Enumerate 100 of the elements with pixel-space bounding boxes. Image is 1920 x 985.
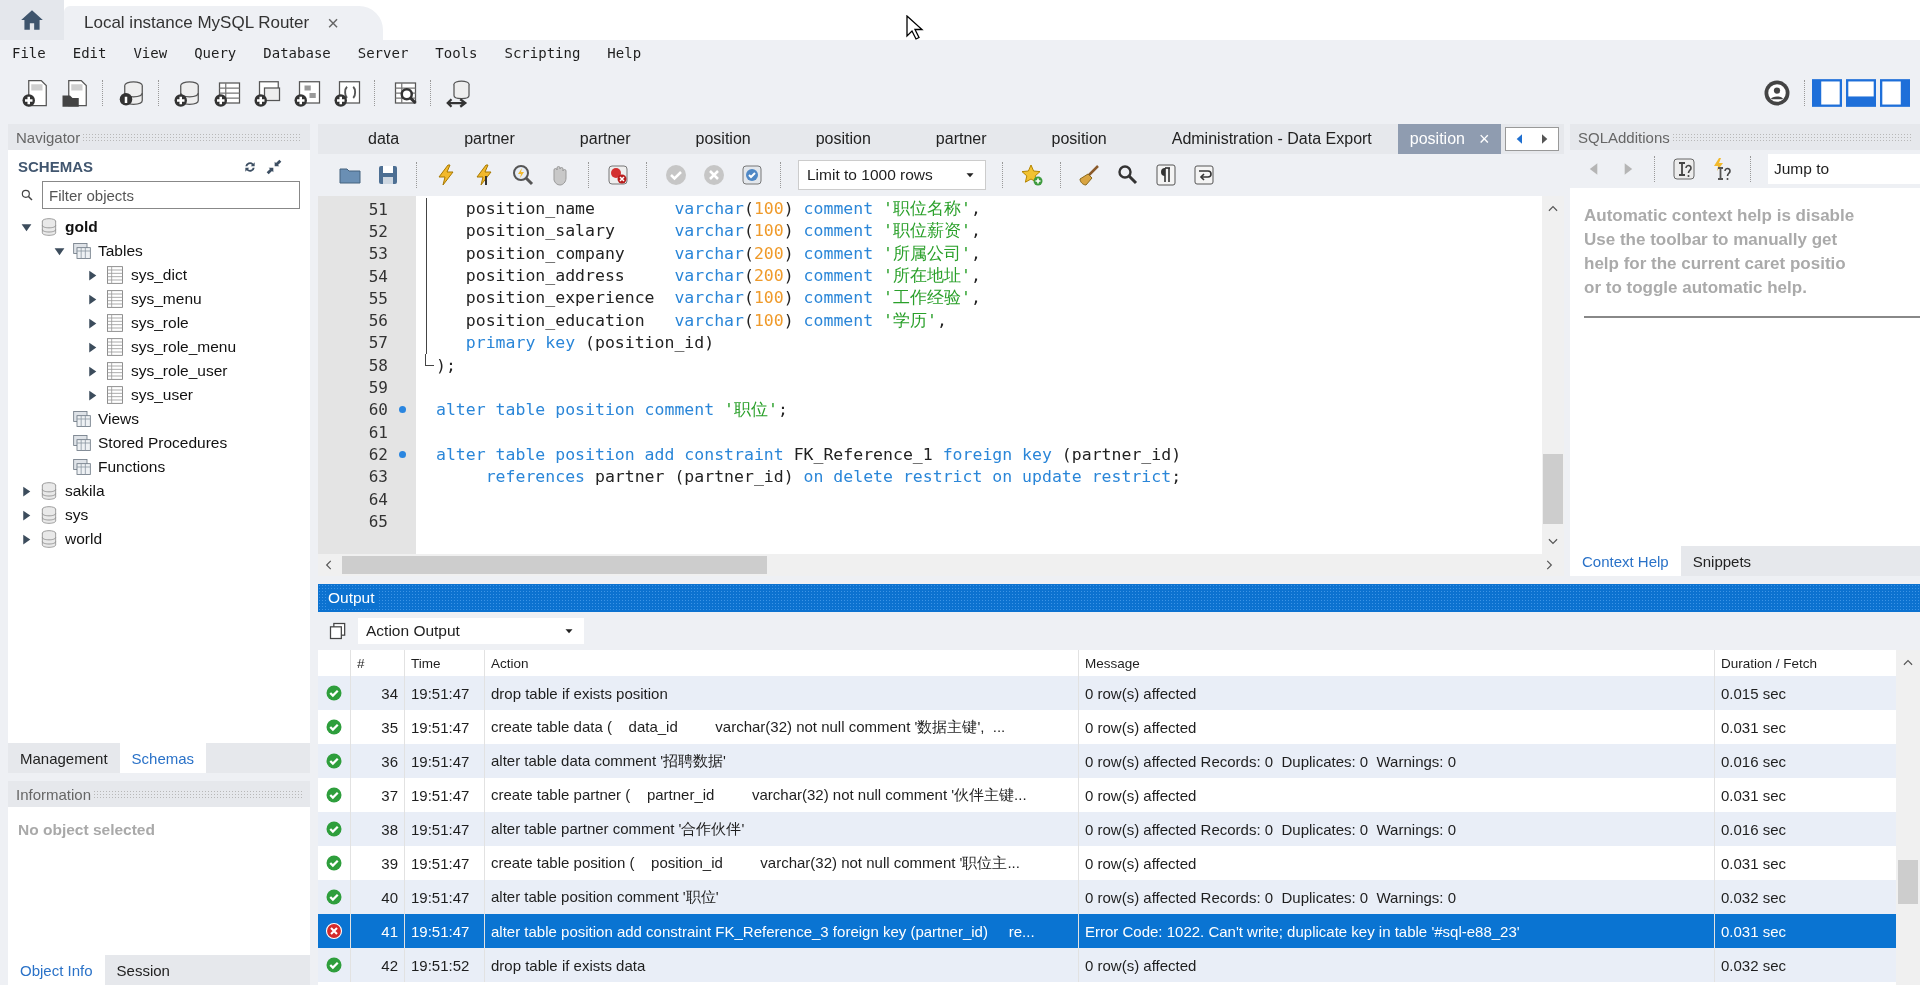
left-panel-toggle-icon[interactable] [1812,79,1842,107]
caret-right-icon[interactable] [20,484,33,498]
menu-item[interactable]: Server [357,45,409,61]
caret-right-icon[interactable] [86,292,99,306]
view-add-icon[interactable] [252,78,282,108]
vertical-scrollbar[interactable] [1542,196,1564,554]
output-row[interactable]: 41 19:51:47 alter table position add constraint FK_Reference_3 foreign key (partner_id) re... Error Code: 1022. Can't write; duplicate key in table '#sql-e88_23' 0.031 sec [318,914,1896,948]
editor-tab[interactable]: partner [896,124,1013,154]
line-number: 61 [367,422,388,442]
line-number: 51 [367,199,388,219]
menu-item[interactable]: Edit [72,45,107,61]
tree-item[interactable]: sys_menu [131,290,202,308]
line-number: 65 [367,511,388,531]
vertical-scrollbar[interactable] [1896,650,1920,985]
panel-tab[interactable]: Context Help [1570,546,1681,576]
tree-item[interactable]: Tables [98,242,143,260]
stop-on-error-icon[interactable] [606,163,630,187]
tree-item[interactable]: world [65,530,103,548]
copy-icon[interactable] [328,621,348,641]
editor-tab[interactable]: partner [425,124,541,154]
output-row[interactable]: 34 19:51:47 drop table if exists position 0 row(s) affected 0.015 sec [318,676,1896,710]
panel-tab[interactable]: Session [104,955,182,985]
panel-tab[interactable]: Schemas [119,743,207,773]
sql-file-open-icon[interactable] [60,78,90,108]
tree-item[interactable]: sakila [65,482,105,500]
tree-item[interactable]: Stored Procedures [98,434,228,452]
commit-check-icon[interactable] [664,163,688,187]
pilcrow-icon[interactable] [1154,163,1178,187]
caret-right-icon[interactable] [20,532,33,546]
horizontal-scrollbar[interactable] [318,554,1564,576]
tree-item[interactable]: Functions [98,458,166,476]
editor-tab[interactable]: position [656,124,777,154]
filter-field[interactable]: Filter objects [42,181,300,209]
panel-tab[interactable]: Snippets [1680,546,1764,576]
word-wrap-icon[interactable] [1192,163,1216,187]
editor-tab[interactable]: position [776,124,897,154]
home-button[interactable] [0,0,64,40]
tree-item[interactable]: sys_user [131,386,194,404]
tree-item[interactable]: sys_role_menu [131,338,237,356]
tree-item[interactable]: Views [98,410,140,428]
code-line: position_company varchar(200) comment '所属公司', [464,242,981,265]
collapse-icon[interactable] [266,158,282,175]
close-tab-button[interactable]: × [327,11,339,35]
caret-right-icon[interactable] [86,268,99,282]
menu-item[interactable]: View [133,45,168,61]
caret-right-icon[interactable] [86,316,99,330]
editor-tab[interactable]: partner [540,124,657,154]
output-row[interactable]: 42 19:51:52 drop table if exists data 0 row(s) affected 0.032 sec [318,948,1896,982]
table-icon [105,337,125,357]
settings-icon[interactable] [1762,78,1792,108]
menu-item[interactable]: Scripting [504,45,581,61]
caret-right-icon[interactable] [86,388,99,402]
broom-icon[interactable] [1078,163,1102,187]
editor-tab[interactable]: position [1012,124,1133,154]
function-add-icon[interactable] [332,78,362,108]
search-icon[interactable] [1116,163,1140,187]
output-row[interactable]: 36 19:51:47 alter table data comment '招聘数据' 0 row(s) affected Records: 0 Duplicates: 0 Warnings: 0 0.016 sec [318,744,1896,778]
caret-right-icon[interactable] [86,364,99,378]
editor-tab[interactable]: data [318,124,426,154]
caret-right-icon[interactable] [20,508,33,522]
caret-right-icon[interactable] [86,340,99,354]
limit-dropdown[interactable]: Limit to 1000 rows [798,160,986,190]
menu-item[interactable]: Help [607,45,642,61]
bottom-panel-toggle-icon[interactable] [1846,79,1876,107]
context-help-icon[interactable] [1672,157,1696,181]
editor-tab[interactable]: Administration - Data Export [1132,124,1398,154]
scrollbar-thumb[interactable] [1543,454,1563,524]
tree-item[interactable]: gold [65,218,98,236]
menu-item[interactable]: Tools [435,45,478,61]
line-number: 64 [367,489,388,509]
scrollbar-thumb[interactable] [342,556,767,574]
table-cell: drop table if exists position [484,676,1078,710]
output-mode-dropdown[interactable]: Action Output [358,618,584,644]
menu-item[interactable]: File [12,45,46,61]
panel-tab[interactable]: Object Info [8,955,105,985]
procedure-add-icon[interactable] [292,78,322,108]
scrollbar-thumb[interactable] [1898,860,1918,904]
code-line: position_education varchar(100) comment '学历', [464,309,947,332]
save-icon[interactable] [376,163,400,187]
tree-item[interactable]: sys [65,506,89,524]
sql-file-add-icon[interactable] [20,78,50,108]
tree-item[interactable]: sys_dict [131,266,187,284]
star-add-icon[interactable] [1020,163,1044,187]
menu-item[interactable]: Database [263,45,331,61]
panel-tab[interactable]: Management [8,743,120,773]
menu-item[interactable]: Query [194,45,237,61]
table-cell: alter table partner comment '合作伙伴' [484,812,1078,846]
connection-tab[interactable]: Local instance MySQL Router × [64,6,383,40]
explain-magnifier-icon[interactable] [510,163,534,187]
auto-commit-icon[interactable] [740,163,764,187]
tab-scroll-control[interactable] [1505,127,1560,151]
output-row[interactable]: 40 19:51:47 alter table position comment '职位' 0 row(s) affected Records: 0 Duplicates: 0 Warnings: 0 0.032 sec [318,880,1896,914]
jump-to-dropdown[interactable]: Jump to [1768,154,1920,184]
database-add-icon[interactable] [172,78,202,108]
output-row[interactable]: 38 19:51:47 alter table partner comment '合作伙伴' 0 row(s) affected Records: 0 Duplicates: 0 Warnings: 0 0.016 sec [318,812,1896,846]
right-panel-toggle-icon[interactable] [1880,79,1910,107]
tree-item[interactable]: sys_role [131,314,189,332]
tab-label: partner [464,130,515,148]
tree-item[interactable]: sys_role_user [131,362,228,380]
table-cell: 19:51:47 [404,744,484,778]
